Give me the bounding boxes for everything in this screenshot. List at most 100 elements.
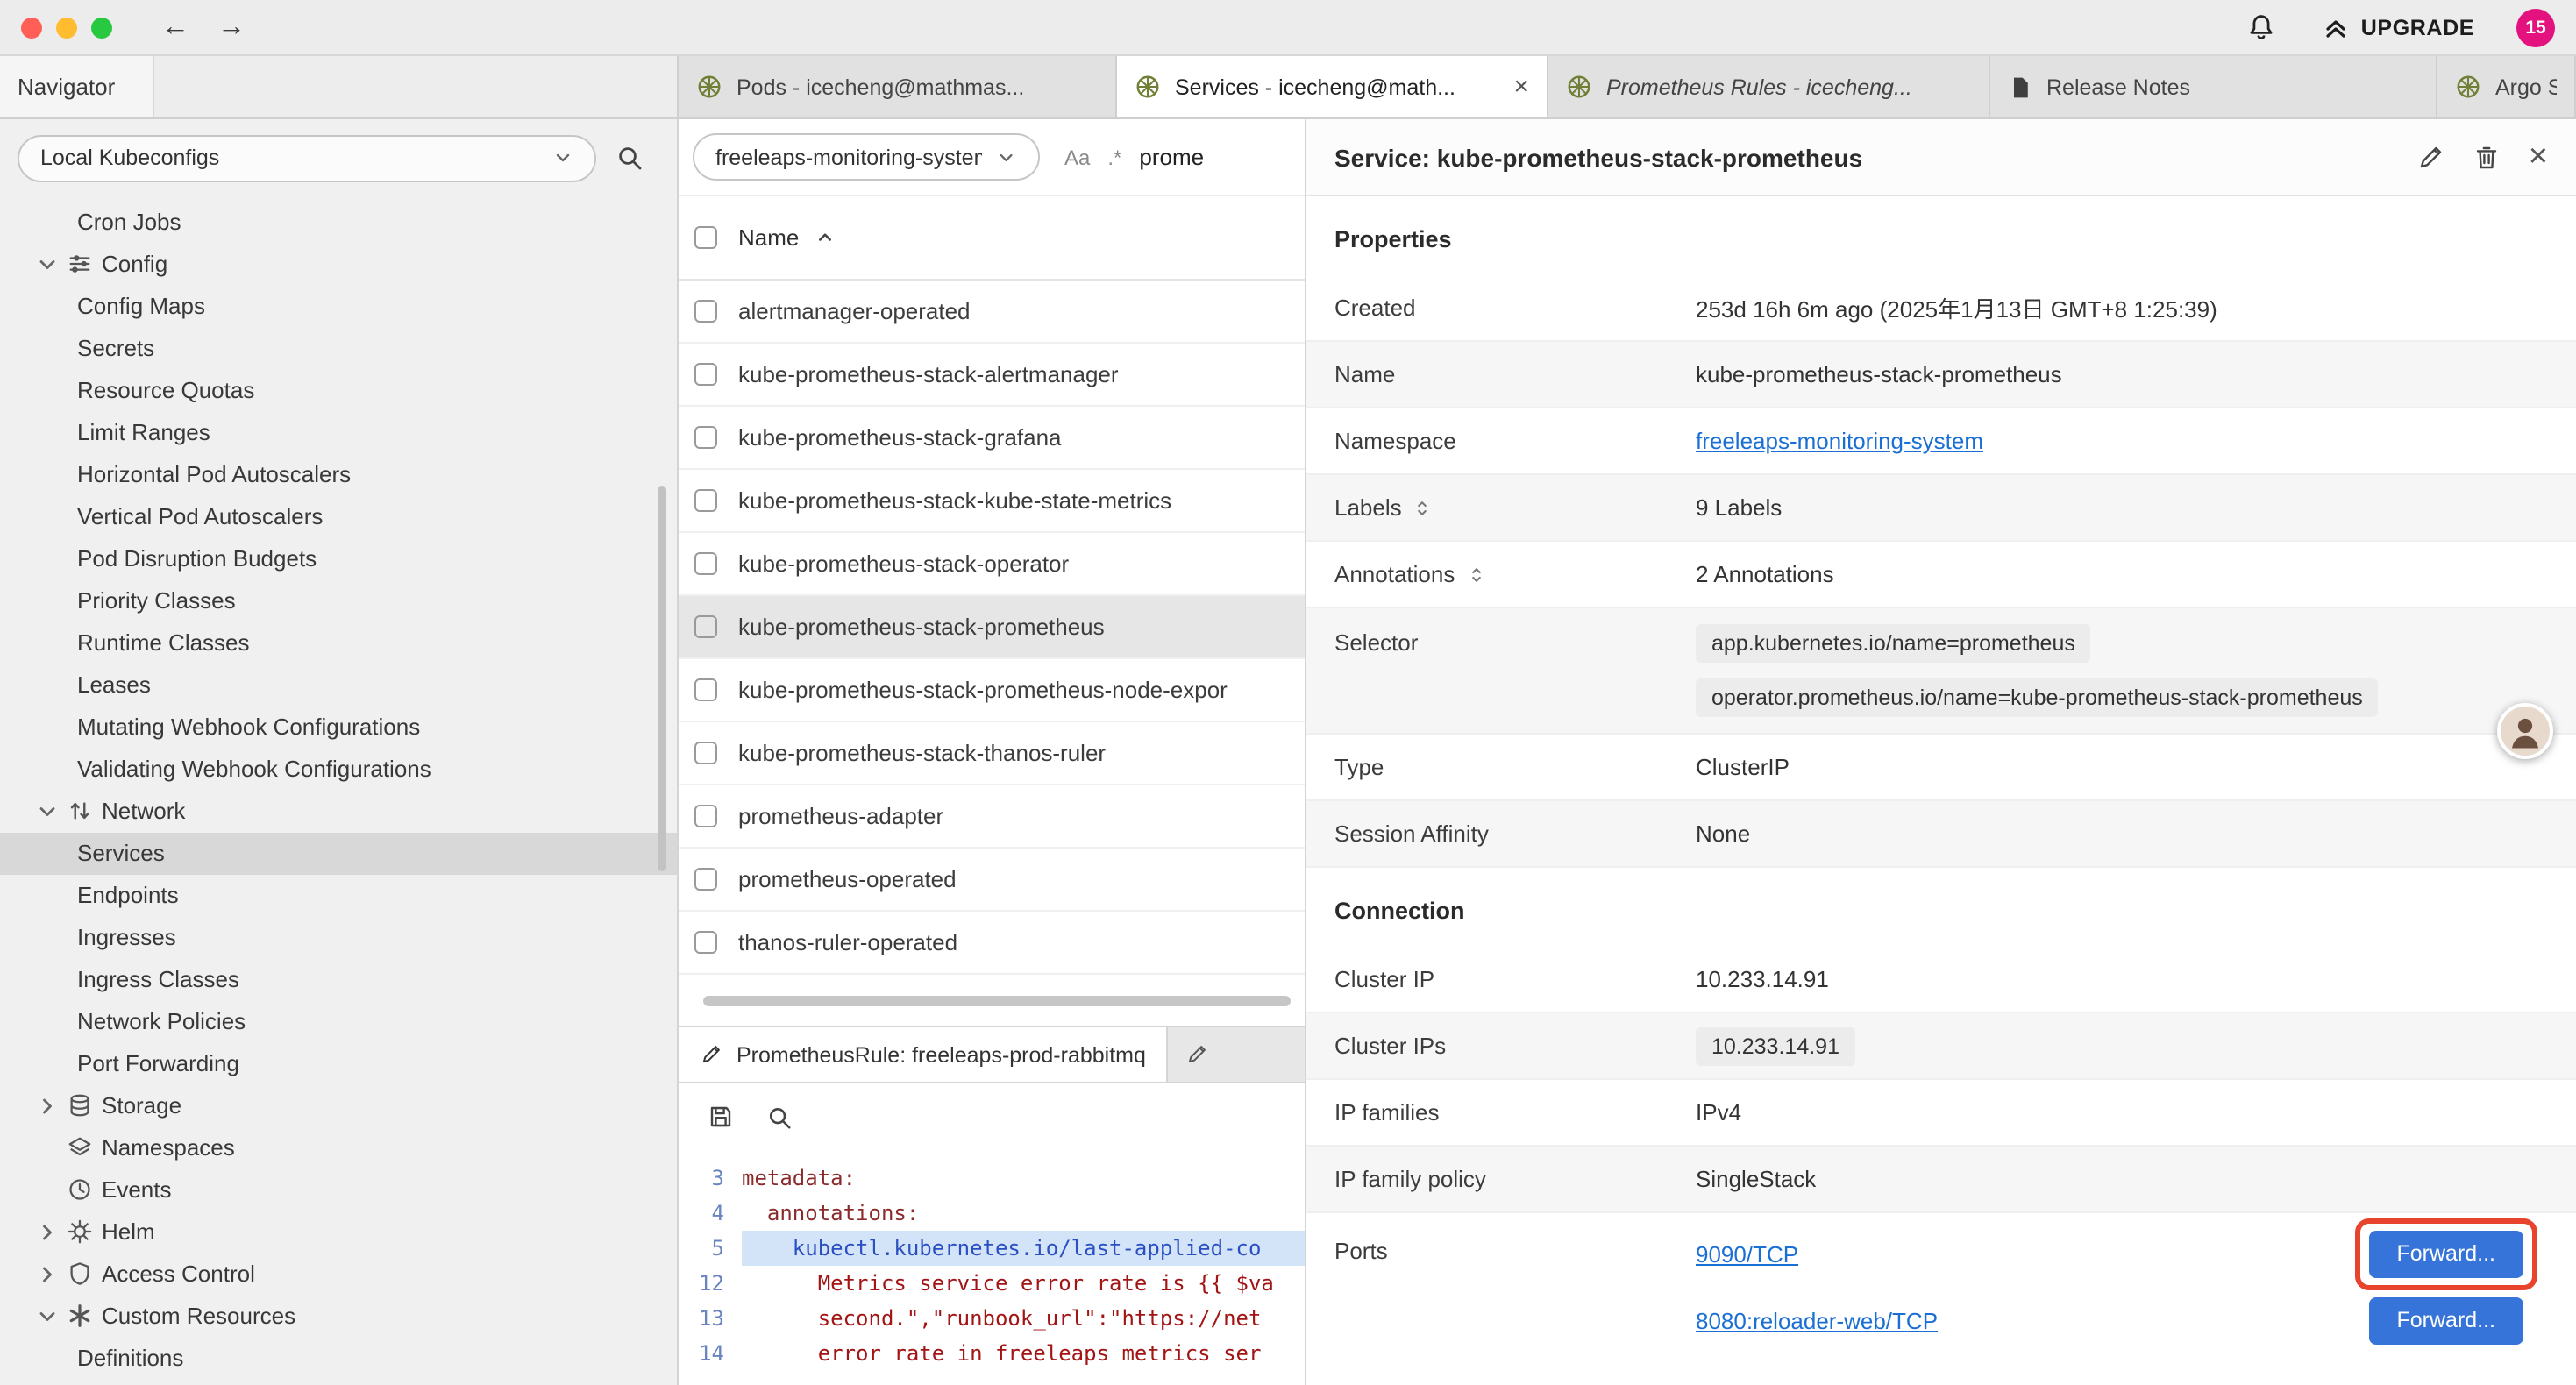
forward-button[interactable]: → [217,13,246,41]
sidebar-scrollbar-thumb[interactable] [658,486,666,871]
row-checkbox[interactable] [694,489,717,512]
table-row[interactable]: alertmanager-operated [679,281,1305,344]
chevron-right-icon [35,1220,60,1245]
tab-argo[interactable]: Argo Se [2437,56,2576,117]
sidebar-item-network[interactable]: Network [0,791,677,833]
table-row[interactable]: prometheus-operated [679,849,1305,912]
editor-search-icon[interactable] [766,1104,793,1130]
close-window-button[interactable] [21,17,42,38]
port-link[interactable]: 9090/TCP [1696,1240,1798,1267]
regex-toggle[interactable]: .* [1107,145,1121,169]
sidebar-item-port-forwarding[interactable]: Port Forwarding [0,1043,677,1085]
chevron-down-icon [552,147,573,168]
tab-prometheus-rules[interactable]: Prometheus Rules - icecheng... [1548,56,1990,117]
expand-collapse-icon[interactable] [1413,497,1434,518]
notifications-bell-icon[interactable] [2247,12,2277,42]
back-button[interactable]: ← [161,13,189,41]
row-checkbox[interactable] [694,300,717,323]
sidebar-item-limit-ranges[interactable]: Limit Ranges [0,412,677,454]
table-row[interactable]: thanos-ruler-operated [679,912,1305,975]
storage-icon [67,1092,93,1119]
close-panel-button[interactable]: × [2529,140,2548,174]
sidebar-item-pod-disruption-budgets[interactable]: Pod Disruption Budgets [0,538,677,580]
sidebar-item-runtime-classes[interactable]: Runtime Classes [0,622,677,664]
delete-button[interactable] [2473,143,2501,171]
sidebar-item-definitions[interactable]: Definitions [0,1338,677,1380]
expand-collapse-icon[interactable] [1465,564,1486,585]
property-row-selector: Selector app.kubernetes.io/name=promethe… [1306,608,2576,735]
close-tab-icon[interactable]: × [1503,74,1529,100]
sidebar-item-validating-webhook-configurations[interactable]: Validating Webhook Configurations [0,749,677,791]
sidebar-item-custom-resources[interactable]: Custom Resources [0,1296,677,1338]
search-input[interactable]: prome [1139,144,1204,170]
table-row[interactable]: kube-prometheus-stack-kube-state-metrics [679,470,1305,533]
kubeconfig-select[interactable]: Local Kubeconfigs [18,134,596,181]
sidebar-item-secrets[interactable]: Secrets [0,328,677,370]
forward-button[interactable]: Forward... [2368,1296,2523,1344]
sidebar-item-events[interactable]: Events [0,1169,677,1211]
sidebar-item-config[interactable]: Config [0,244,677,286]
tab-services[interactable]: Services - icecheng@math... × [1117,56,1548,117]
sidebar-item-mutating-webhook-configurations[interactable]: Mutating Webhook Configurations [0,707,677,749]
table-row[interactable]: kube-prometheus-stack-operator [679,533,1305,596]
sidebar-item-endpoints[interactable]: Endpoints [0,875,677,917]
dock-tab-next[interactable] [1169,1027,1209,1082]
service-rows: alertmanager-operated kube-prometheus-st… [679,281,1305,975]
detail-body: Properties Created 253d 16h 6m ago (2025… [1306,196,2576,1385]
line-number: 12 [679,1266,742,1301]
notification-count-badge[interactable]: 15 [2516,8,2555,46]
editor-dock-tabs: PrometheusRule: freeleaps-prod-rabbitmq [679,1026,1305,1083]
upgrade-button[interactable]: UPGRADE [2323,13,2474,41]
save-icon[interactable] [707,1103,735,1131]
services-list-panel: freeleaps-monitoring-system Aa .* prome … [679,119,1306,1385]
minimize-window-button[interactable] [56,17,77,38]
row-checkbox[interactable] [694,678,717,701]
horizontal-scrollbar-thumb[interactable] [703,996,1291,1006]
search-icon[interactable] [616,144,644,172]
tab-pods[interactable]: Pods - icecheng@mathmas... [679,56,1117,117]
forward-button[interactable]: Forward... [2368,1230,2523,1277]
table-row[interactable]: kube-prometheus-stack-thanos-ruler [679,722,1305,785]
sidebar-item-services[interactable]: Services [0,833,677,875]
sidebar-item-cron-jobs[interactable]: Cron Jobs [0,202,677,244]
sidebar-item-vertical-pod-autoscalers[interactable]: Vertical Pod Autoscalers [0,496,677,538]
port-link[interactable]: 8080:reloader-web/TCP [1696,1307,1938,1333]
namespace-filter-select[interactable]: freeleaps-monitoring-system [693,133,1040,181]
sidebar-item-config-maps[interactable]: Config Maps [0,286,677,328]
yaml-editor[interactable]: 3metadata: 4 annotations: 5 kubectl.kube… [679,1150,1305,1385]
edit-button[interactable] [2416,143,2444,171]
sidebar-item-helm[interactable]: Helm [0,1211,677,1254]
row-checkbox[interactable] [694,363,717,386]
row-checkbox[interactable] [694,615,717,638]
tab-release-notes[interactable]: Release Notes [1990,56,2437,117]
row-checkbox[interactable] [694,805,717,827]
row-checkbox[interactable] [694,552,717,575]
sidebar-item-namespaces[interactable]: Namespaces [0,1127,677,1169]
sidebar-item-ingress-classes[interactable]: Ingress Classes [0,959,677,1001]
namespace-link[interactable]: freeleaps-monitoring-system [1696,428,1983,454]
row-checkbox[interactable] [694,426,717,449]
table-row[interactable]: kube-prometheus-stack-alertmanager [679,344,1305,407]
maximize-window-button[interactable] [91,17,112,38]
table-row[interactable]: kube-prometheus-stack-grafana [679,407,1305,470]
sidebar-item-horizontal-pod-autoscalers[interactable]: Horizontal Pod Autoscalers [0,454,677,496]
table-row[interactable]: kube-prometheus-stack-prometheus-node-ex… [679,659,1305,722]
table-row-selected[interactable]: kube-prometheus-stack-prometheus [679,596,1305,659]
name-column-header[interactable]: Name [738,224,799,251]
sidebar-item-ingresses[interactable]: Ingresses [0,917,677,959]
sidebar-item-priority-classes[interactable]: Priority Classes [0,580,677,622]
table-row[interactable]: prometheus-adapter [679,785,1305,849]
avatar[interactable] [2497,703,2553,759]
match-case-toggle[interactable]: Aa [1064,145,1090,169]
row-checkbox[interactable] [694,931,717,954]
sidebar-item-access-control[interactable]: Access Control [0,1254,677,1296]
row-checkbox[interactable] [694,742,717,764]
property-row-annotations: Annotations 2 Annotations [1306,542,2576,608]
dock-tab-prometheusrule[interactable]: PrometheusRule: freeleaps-prod-rabbitmq [679,1027,1169,1082]
sidebar-item-storage[interactable]: Storage [0,1085,677,1127]
select-all-checkbox[interactable] [694,226,717,249]
sidebar-item-leases[interactable]: Leases [0,664,677,707]
sidebar-item-resource-quotas[interactable]: Resource Quotas [0,370,677,412]
sidebar-item-network-policies[interactable]: Network Policies [0,1001,677,1043]
row-checkbox[interactable] [694,868,717,891]
